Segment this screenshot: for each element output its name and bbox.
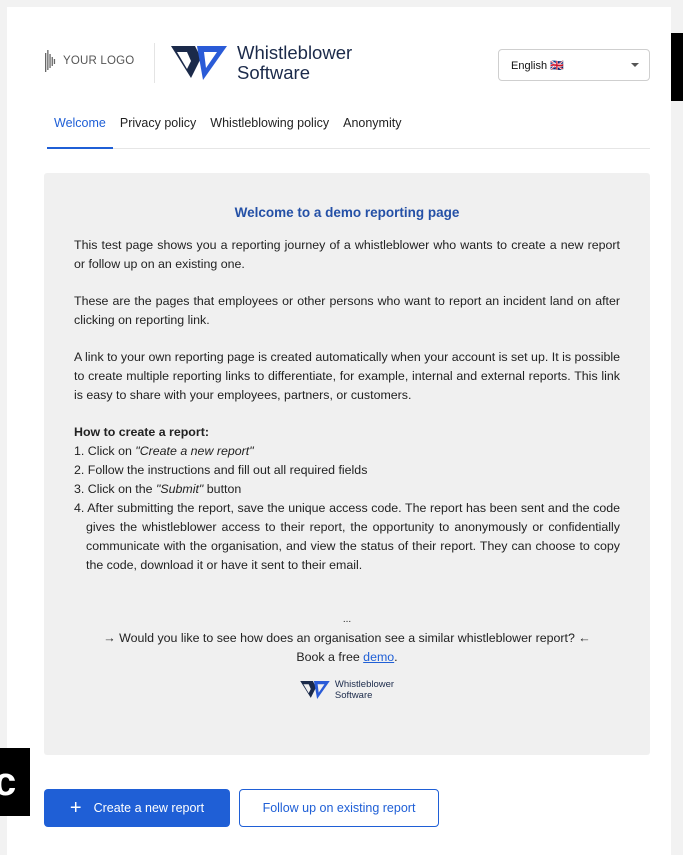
header: YOUR LOGO Whistleblower Software English…	[7, 7, 671, 107]
reporting-page: YOUR LOGO Whistleblower Software English…	[7, 7, 671, 855]
language-select[interactable]: English 🇬🇧	[498, 49, 650, 81]
step-1-text: 1. Click on	[74, 444, 136, 458]
separator-dots: ...	[342, 614, 352, 625]
howto-title: How to create a report:	[74, 425, 209, 439]
howto-steps: 1. Click on "Create a new report" 2. Fol…	[74, 442, 620, 575]
step-2: 2. Follow the instructions and fill out …	[74, 463, 368, 477]
step-3-emphasis: "Submit"	[155, 482, 204, 496]
ws-logo-small-icon	[300, 681, 330, 699]
create-report-label: Create a new report	[93, 801, 205, 815]
language-value: English 🇬🇧	[511, 59, 564, 72]
tab-welcome[interactable]: Welcome	[47, 113, 113, 149]
step-1: 1. Click on "Create a new report"	[74, 442, 620, 461]
pages-paragraph: These are the pages that employees or ot…	[74, 294, 620, 327]
panel-brand-logo: Whistleblower Software	[74, 679, 620, 701]
bars-logo-icon	[45, 50, 56, 72]
overlay-block-right	[671, 33, 683, 101]
step-1-emphasis: "Create a new report"	[135, 444, 254, 458]
chevron-down-icon	[631, 63, 639, 67]
ws-logo-icon	[171, 46, 227, 80]
demo-cta-suffix: .	[394, 650, 398, 664]
brand-line2: Software	[237, 62, 311, 83]
plus-icon: +	[69, 797, 82, 819]
welcome-panel: Welcome to a demo reporting page This te…	[44, 173, 650, 755]
demo-cta-prefix: Book a free	[296, 650, 364, 664]
tab-bar: Welcome Privacy policy Whistleblowing po…	[47, 113, 650, 149]
your-logo-text: YOUR LOGO	[63, 55, 135, 67]
step-3: 3. Click on the "Submit" button	[74, 480, 620, 499]
panel-brand-wordmark: Whistleblower Software	[335, 679, 394, 701]
tab-privacy-policy[interactable]: Privacy policy	[113, 113, 203, 147]
panel-title: Welcome to a demo reporting page	[234, 205, 460, 220]
demo-cta-question: → Would you like to see how does an orga…	[103, 631, 591, 645]
demo-cta: → Would you like to see how does an orga…	[74, 629, 620, 667]
link-paragraph: A link to your own reporting page is cre…	[74, 350, 620, 402]
intro-paragraph: This test page shows you a reporting jou…	[74, 238, 620, 271]
brand-line1: Whistleblower	[237, 42, 353, 63]
overlay-block-left: c	[0, 748, 30, 816]
demo-link[interactable]: demo	[363, 650, 394, 664]
demo-cta-line: Book a free demo.	[74, 648, 620, 667]
panel-brand-line1: Whistleblower	[334, 679, 395, 690]
step-3-text: 3. Click on the	[74, 482, 156, 496]
step-4: 4. After submitting the report, save the…	[74, 501, 620, 572]
create-report-button[interactable]: + Create a new report	[44, 789, 230, 827]
tab-anonymity[interactable]: Anonymity	[336, 113, 408, 147]
tab-whistleblowing-policy[interactable]: Whistleblowing policy	[203, 113, 336, 147]
brand-wordmark: Whistleblower Software	[237, 43, 352, 83]
header-divider	[154, 43, 155, 83]
brand-logo: Whistleblower Software	[171, 43, 352, 83]
your-logo: YOUR LOGO	[45, 49, 134, 73]
panel-brand-line2: Software	[334, 690, 373, 701]
follow-up-button[interactable]: Follow up on existing report	[239, 789, 439, 827]
step-3-suffix: button	[203, 482, 242, 496]
